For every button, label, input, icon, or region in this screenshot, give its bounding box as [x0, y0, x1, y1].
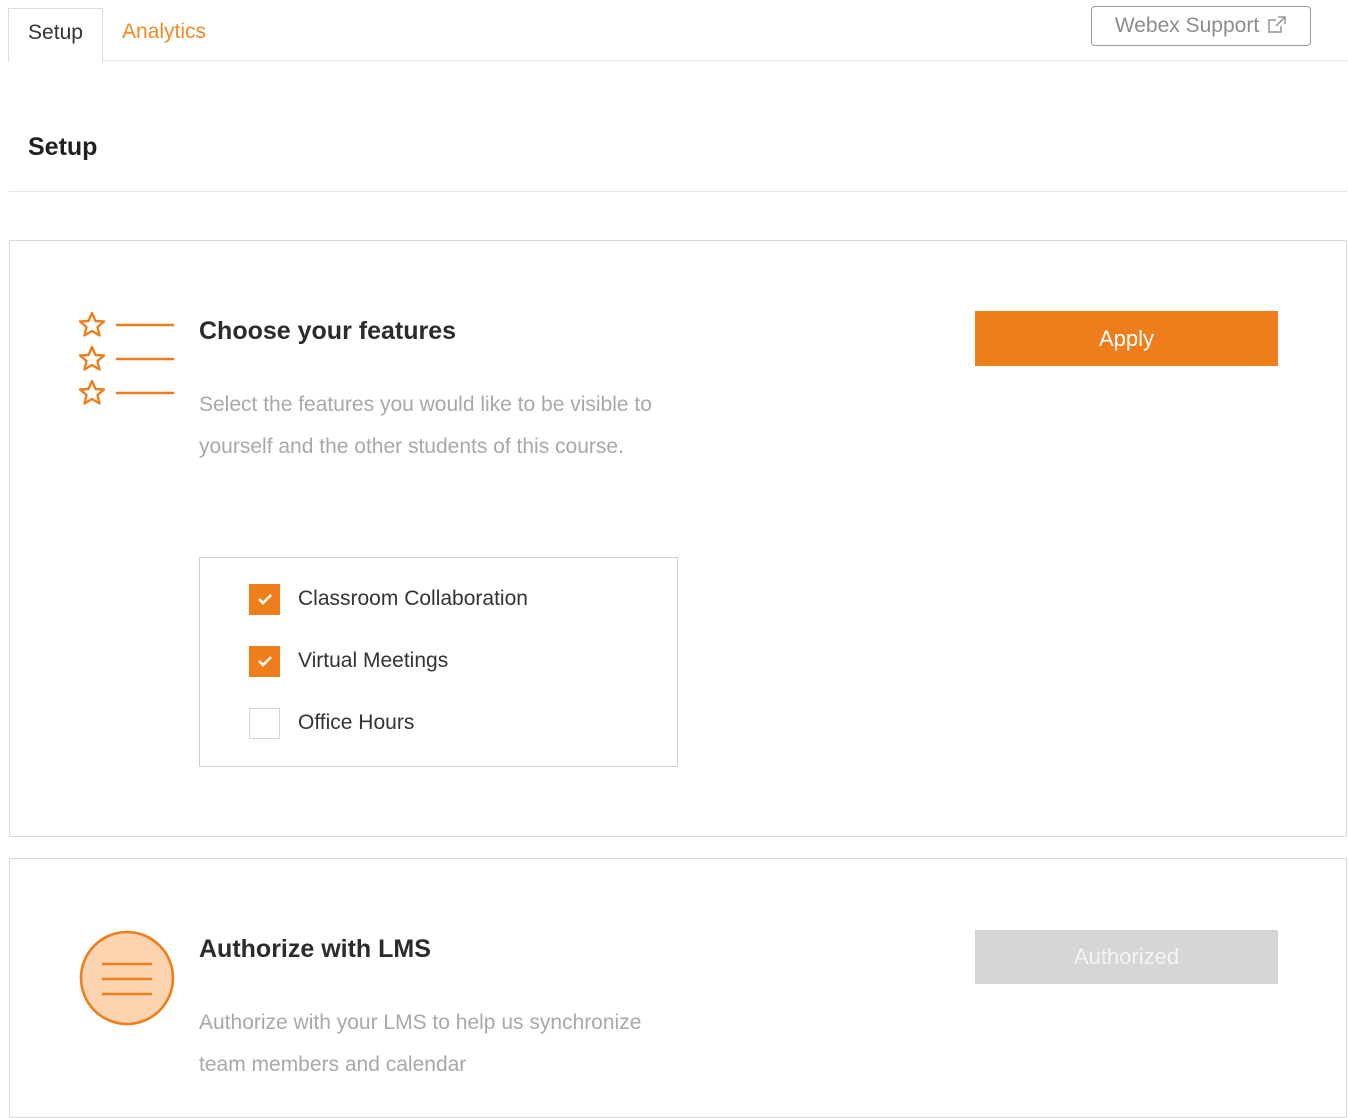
tab-analytics[interactable]: Analytics	[122, 8, 206, 61]
option-label: Virtual Meetings	[298, 649, 449, 672]
checkmark-icon	[257, 656, 272, 667]
features-description: Select the features you would like to be…	[199, 393, 652, 458]
checkbox-classroom-collaboration[interactable]	[249, 583, 280, 615]
features-title: Choose your features	[199, 317, 457, 345]
checkbox-office-hours[interactable]	[249, 707, 280, 739]
external-link-icon	[1268, 16, 1287, 33]
features-card: Choose your features Select the features…	[9, 240, 1347, 837]
lms-description: Authorize with your LMS to help us synch…	[199, 1011, 642, 1076]
option-office-hours[interactable]: Office Hours	[249, 707, 414, 739]
option-label: Classroom Collaboration	[298, 587, 528, 610]
apply-button[interactable]: Apply	[975, 311, 1278, 366]
menu-circle-icon	[79, 930, 175, 1026]
checkbox-virtual-meetings[interactable]	[249, 645, 280, 677]
page-title: Setup	[28, 133, 98, 161]
webex-support-button[interactable]: Webex Support	[1091, 6, 1311, 46]
title-divider	[9, 191, 1347, 192]
lms-title: Authorize with LMS	[199, 935, 431, 963]
webex-support-label: Webex Support	[1114, 14, 1260, 37]
features-checkbox-group: Classroom Collaboration Virtual Meetings…	[199, 557, 678, 767]
lms-card: Authorize with LMS Authorize with your L…	[9, 858, 1347, 1118]
authorized-button[interactable]: Authorized	[975, 930, 1278, 984]
tab-setup[interactable]: Setup	[8, 8, 103, 62]
star-list-icon	[78, 311, 174, 405]
checkmark-icon	[257, 594, 272, 605]
option-classroom-collaboration[interactable]: Classroom Collaboration	[249, 583, 528, 615]
option-virtual-meetings[interactable]: Virtual Meetings	[249, 645, 448, 677]
option-label: Office Hours	[298, 711, 415, 734]
